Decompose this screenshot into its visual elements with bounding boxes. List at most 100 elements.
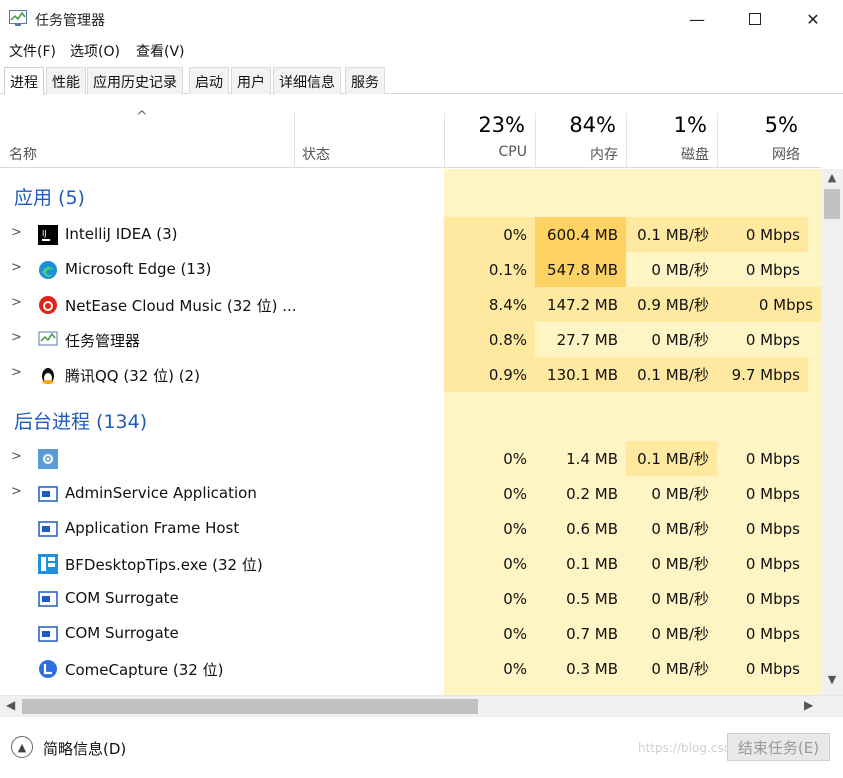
process-name: NetEase Cloud Music (32 位) ... [65, 297, 297, 315]
edge-icon [39, 261, 57, 279]
scroll-left-icon[interactable]: ◀ [6, 698, 15, 712]
disk-label: 磁盘 [681, 147, 709, 163]
sort-up-icon: ^ [136, 109, 148, 125]
memory-value: 0.2 MB [566, 484, 618, 503]
tab-strip: 进程 性能 应用历史记录 启动 用户 详细信息 服务 [0, 67, 843, 95]
chevron-up-icon[interactable]: ▲ [11, 736, 33, 758]
process-name: 任务管理器 [65, 332, 141, 350]
memory-value: 0.7 MB [566, 624, 618, 643]
menu-bar: 文件(F) 选项(O) 查看(V) [0, 38, 843, 62]
minimize-button[interactable]: — [668, 0, 726, 38]
network-value: 0 Mbps [745, 589, 800, 608]
window-app-icon [38, 486, 58, 502]
expand-icon[interactable]: > [11, 449, 22, 464]
tab-app-history[interactable]: 应用历史记录 [87, 67, 183, 94]
header-disk[interactable]: 1% 磁盘 [626, 113, 717, 168]
memory-value: 0.3 MB [566, 659, 618, 678]
expand-icon[interactable]: > [11, 365, 22, 380]
expand-icon[interactable]: > [11, 484, 22, 499]
table-row[interactable]: > Microsoft Edge (13) 0.1% 547.8 MB 0 MB… [0, 252, 821, 287]
table-row[interactable]: > AdminService Application 0% 0.2 MB 0 M… [0, 476, 821, 511]
disk-value: 0.9 MB/秒 [626, 287, 717, 322]
netease-music-icon [39, 296, 57, 314]
network-value: 0 Mbps [717, 287, 821, 322]
menu-view[interactable]: 查看(V) [136, 41, 185, 61]
memory-value: 0.6 MB [566, 519, 618, 538]
menu-options[interactable]: 选项(O) [70, 41, 120, 61]
horizontal-scrollbar[interactable]: ◀ ▶ [0, 695, 843, 717]
table-row[interactable]: > NetEase Cloud Music (32 位) ... 8.4% 14… [0, 287, 821, 322]
header-name[interactable]: ^ 名称 [0, 109, 294, 168]
task-manager-icon [9, 10, 27, 26]
window-app-icon [38, 521, 58, 537]
expand-icon[interactable]: > [11, 260, 22, 275]
process-name: COM Surrogate [65, 624, 179, 642]
header-network[interactable]: 5% 网络 [717, 113, 808, 168]
scroll-right-icon[interactable]: ▶ [804, 698, 813, 712]
process-name: ComeCapture (32 位) [65, 661, 224, 679]
memory-value: 0.1 MB [566, 554, 618, 573]
qq-penguin-icon [42, 368, 54, 384]
expand-icon[interactable]: > [11, 295, 22, 310]
close-button[interactable]: ✕ [784, 0, 842, 38]
network-value: 0 Mbps [717, 217, 808, 252]
disk-value: 0 MB/秒 [651, 555, 709, 573]
maximize-button[interactable] [726, 0, 784, 38]
end-task-button[interactable]: 结束任务(E) [727, 733, 830, 761]
fewer-details-link[interactable]: 简略信息(D) [43, 738, 126, 759]
process-name: Microsoft Edge (13) [65, 260, 212, 278]
window-title: 任务管理器 [35, 13, 105, 29]
network-value: 0 Mbps [745, 624, 800, 643]
cpu-value: 0.8% [444, 322, 535, 357]
table-row[interactable]: > IJ IntelliJ IDEA (3) 0% 600.4 MB 0.1 M… [0, 217, 821, 252]
process-name: BFDesktopTips.exe (32 位) [65, 556, 263, 574]
table-row[interactable]: > 腾讯QQ (32 位) (2) 0.9% 130.1 MB 0.1 MB/秒… [0, 357, 821, 392]
network-value: 0 Mbps [745, 554, 800, 573]
table-row[interactable]: BFDesktopTips.exe (32 位) 0% 0.1 MB 0 MB/… [0, 546, 821, 581]
table-row[interactable]: COM Surrogate 0% 0.7 MB 0 MB/秒 0 Mbps [0, 616, 821, 651]
table-row[interactable]: COM Surrogate 0% 0.5 MB 0 MB/秒 0 Mbps [0, 581, 821, 616]
vertical-scroll-thumb[interactable] [824, 189, 840, 219]
scroll-up-icon[interactable]: ▲ [821, 171, 843, 189]
tab-details[interactable]: 详细信息 [273, 67, 341, 94]
group-apps-title: 应用 (5) [14, 187, 85, 209]
cpu-value: 0% [444, 217, 535, 252]
expand-icon[interactable]: > [11, 225, 22, 240]
cpu-value: 0% [503, 659, 527, 678]
memory-total: 84% [569, 113, 616, 137]
memory-value: 600.4 MB [535, 217, 626, 252]
cpu-value: 0.9% [444, 357, 535, 392]
expand-icon[interactable]: > [11, 330, 22, 345]
header-name-label: 名称 [9, 147, 37, 163]
group-background-title: 后台进程 (134) [14, 411, 148, 433]
maximize-icon [749, 13, 761, 25]
tab-services[interactable]: 服务 [345, 67, 385, 94]
process-name: AdminService Application [65, 484, 257, 502]
header-memory[interactable]: 84% 内存 [535, 113, 626, 168]
process-name: 腾讯QQ (32 位) (2) [65, 367, 200, 385]
cpu-value: 0.1% [444, 252, 535, 287]
network-value: 0 Mbps [745, 330, 800, 349]
table-row[interactable]: ComeCapture (32 位) 0% 0.3 MB 0 MB/秒 0 Mb… [0, 651, 821, 686]
scroll-down-icon[interactable]: ▼ [821, 673, 843, 691]
table-row[interactable]: > 0% 1.4 MB 0.1 MB/秒 0 Mbps [0, 441, 821, 476]
table-row[interactable]: Application Frame Host 0% 0.6 MB 0 MB/秒 … [0, 511, 821, 546]
header-cpu[interactable]: 23% CPU [444, 113, 535, 168]
tab-performance[interactable]: 性能 [46, 67, 86, 94]
tab-startup[interactable]: 启动 [189, 67, 229, 94]
disk-value: 0 MB/秒 [651, 520, 709, 538]
memory-value: 130.1 MB [535, 357, 626, 392]
tab-processes[interactable]: 进程 [4, 67, 44, 95]
memory-value: 147.2 MB [535, 287, 626, 322]
horizontal-scroll-thumb[interactable] [22, 699, 478, 714]
disk-value: 0 MB/秒 [651, 485, 709, 503]
tab-users[interactable]: 用户 [231, 67, 271, 94]
table-row[interactable]: > 任务管理器 0.8% 27.7 MB 0 MB/秒 0 Mbps [0, 322, 821, 357]
cpu-total: 23% [478, 113, 525, 137]
memory-value: 0.5 MB [566, 589, 618, 608]
menu-file[interactable]: 文件(F) [9, 41, 56, 61]
header-status[interactable]: 状态 [294, 113, 444, 168]
vertical-scrollbar[interactable]: ▲ ▼ [821, 169, 843, 695]
window-app-icon [38, 591, 58, 607]
gear-icon [38, 449, 58, 469]
